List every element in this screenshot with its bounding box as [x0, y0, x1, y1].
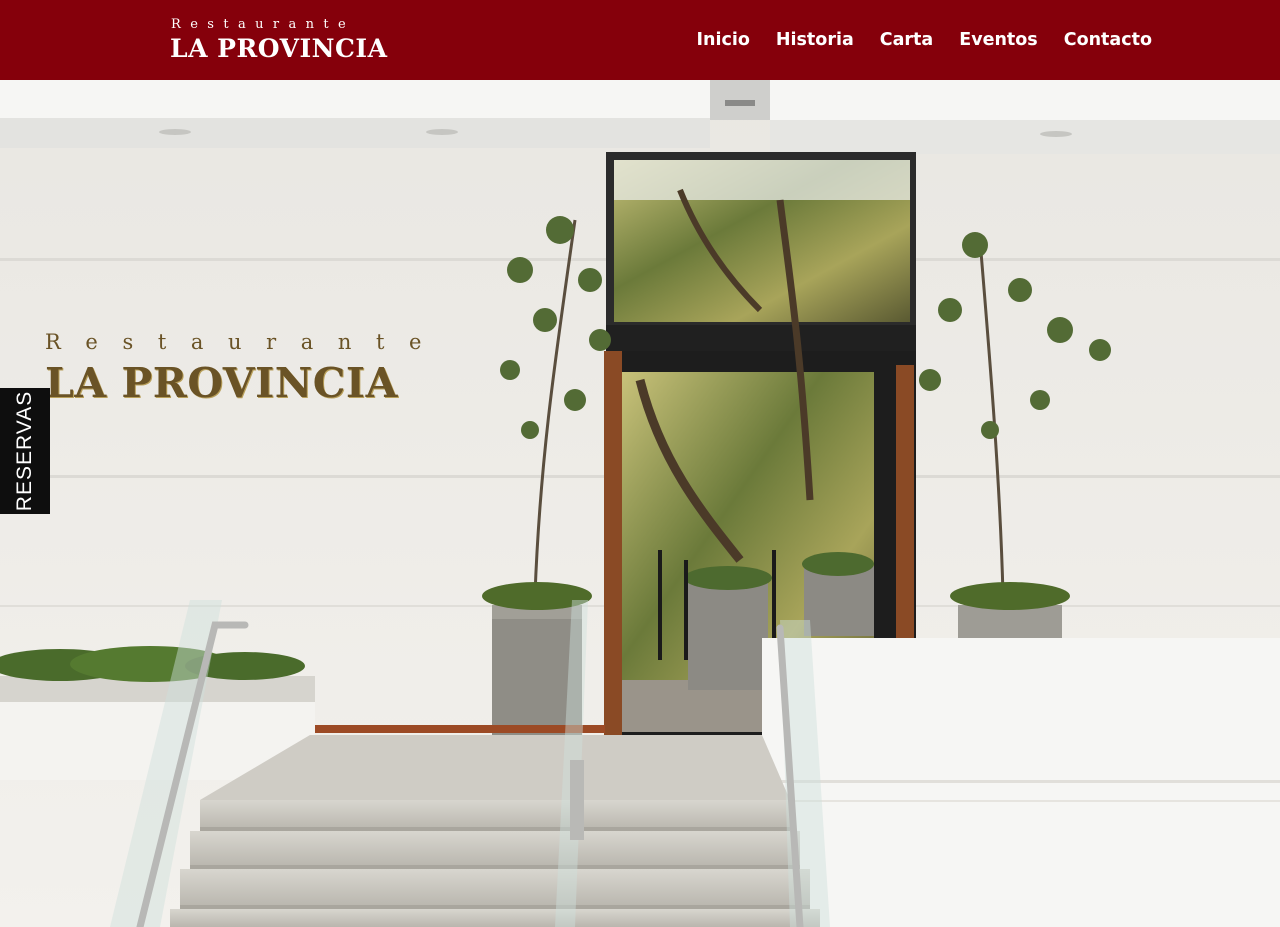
restaurant-facade-illustration [0, 80, 1280, 927]
facade-sign-title: LA PROVINCIA [45, 359, 398, 407]
hero-image: Restaurante LA PROVINCIA [0, 80, 1280, 927]
facade-sign-subtitle: Restaurante [45, 330, 447, 354]
main-nav: Inicio Historia Carta Eventos Contacto [697, 27, 1153, 53]
nav-inicio[interactable]: Inicio [697, 27, 750, 53]
reservas-label: RESERVAS [13, 390, 36, 512]
nav-carta[interactable]: Carta [880, 27, 933, 53]
nav-contacto[interactable]: Contacto [1064, 27, 1152, 53]
facade-sign: Restaurante LA PROVINCIA [45, 330, 505, 420]
nav-historia[interactable]: Historia [776, 27, 854, 53]
reservas-tab[interactable]: RESERVAS [0, 388, 50, 514]
logo-title: LA PROVINCIA [170, 34, 388, 63]
logo-subtitle: Restaurante [171, 17, 356, 32]
site-logo[interactable]: Restaurante LA PROVINCIA [170, 16, 390, 66]
nav-eventos[interactable]: Eventos [959, 27, 1038, 53]
site-header: Restaurante LA PROVINCIA Inicio Historia… [0, 0, 1280, 80]
